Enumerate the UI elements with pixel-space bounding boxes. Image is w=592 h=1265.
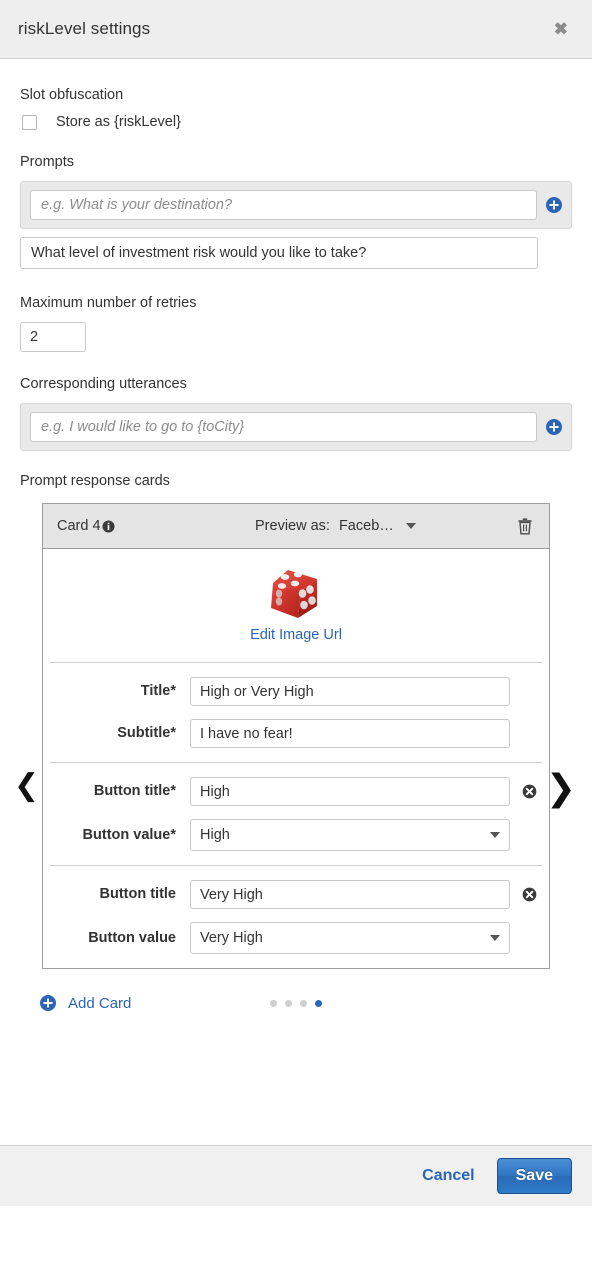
edit-image-url-link[interactable]: Edit Image Url <box>250 627 342 643</box>
carousel-dot-3[interactable] <box>315 999 322 1007</box>
subtitle-label: Subtitle* <box>117 725 176 742</box>
new-prompt-group <box>20 181 572 229</box>
card-image-section: Edit Image Url <box>50 549 542 663</box>
store-as-label: Store as {riskLevel} <box>56 114 181 130</box>
close-icon[interactable]: ✖ <box>548 17 574 42</box>
subtitle-row: Subtitle* <box>50 719 542 748</box>
prompts-label: Prompts <box>20 154 74 170</box>
slot-obfuscation-label: Slot obfuscation <box>20 87 124 103</box>
response-card: Card 4 Preview as: Faceb… Edit Image Url… <box>42 503 550 969</box>
button-title-input-1[interactable] <box>190 777 510 806</box>
card-title: Card 4 <box>57 518 101 534</box>
chevron-down-icon <box>490 832 500 838</box>
dialog-title: riskLevel settings <box>18 19 151 38</box>
button-value-select-2[interactable]: Very High <box>190 922 510 954</box>
card-image <box>265 568 327 624</box>
title-label: Title* <box>140 683 176 700</box>
button-value-select-1[interactable]: High <box>190 819 510 851</box>
add-prompt-icon[interactable] <box>546 197 562 213</box>
button-title-row-2: Button title <box>50 880 542 909</box>
chevron-down-icon <box>405 523 416 529</box>
button-title-label-1: Button title* <box>93 783 176 800</box>
store-as-row[interactable]: Store as {riskLevel} <box>20 114 572 130</box>
card-header: Card 4 Preview as: Faceb… <box>43 504 549 549</box>
button-value-text-2: Very High <box>200 930 263 946</box>
utterances-label: Corresponding utterances <box>20 376 187 392</box>
response-cards-label: Prompt response cards <box>20 473 170 489</box>
remove-button-icon-2[interactable] <box>522 887 537 902</box>
add-utterance-icon[interactable] <box>546 419 562 435</box>
carousel-next-icon[interactable]: ❯ <box>546 771 576 807</box>
new-prompt-input[interactable] <box>30 190 537 220</box>
dialog-footer: Cancel Save <box>0 1145 592 1206</box>
card-button-section-2: Button title Button value Very High <box>50 866 542 968</box>
store-as-checkbox[interactable] <box>22 114 37 130</box>
carousel-dot-2[interactable] <box>300 999 307 1007</box>
title-input[interactable] <box>190 677 510 706</box>
card-carousel: ❮ ❯ Card 4 Preview as: Faceb… Edit Image… <box>14 503 576 1015</box>
prompt-input-0[interactable] <box>20 237 538 269</box>
add-card-label: Add Card <box>68 994 132 1012</box>
info-icon[interactable] <box>102 519 115 533</box>
preview-as-value: Faceb… <box>338 518 394 534</box>
dialog-header: riskLevel settings ✖ <box>0 0 592 59</box>
button-title-label-2: Button title <box>99 886 176 903</box>
chevron-down-icon <box>490 935 500 941</box>
button-value-text-1: High <box>200 827 230 843</box>
card-text-section: Title* Subtitle* <box>50 663 542 763</box>
button-value-row-2: Button value Very High <box>50 922 542 954</box>
dialog-body: Slot obfuscation Store as {riskLevel} Pr… <box>0 59 592 1265</box>
carousel-pagination <box>270 999 322 1007</box>
button-value-label-2: Button value <box>88 929 176 946</box>
carousel-prev-icon[interactable]: ❮ <box>14 771 39 801</box>
new-utterance-input[interactable] <box>30 412 537 442</box>
card-button-section-1: Button title* Button value* High <box>50 763 542 866</box>
button-value-label-1: Button value* <box>82 826 176 843</box>
carousel-dot-1[interactable] <box>285 999 292 1007</box>
cancel-button[interactable]: Cancel <box>418 1161 478 1191</box>
save-button[interactable]: Save <box>496 1158 572 1194</box>
card-title-group: Card 4 <box>57 518 115 534</box>
title-row: Title* <box>50 677 542 706</box>
max-retries-input[interactable] <box>20 322 86 352</box>
preview-as-group: Preview as: Faceb… <box>255 518 416 534</box>
button-value-row-1: Button value* High <box>50 819 542 851</box>
preview-as-select[interactable]: Faceb… <box>339 518 416 534</box>
button-title-row-1: Button title* <box>50 777 542 806</box>
add-card-row: Add Card <box>20 991 572 1015</box>
delete-card-icon[interactable] <box>517 517 533 535</box>
carousel-dot-0[interactable] <box>270 999 277 1007</box>
add-card-icon <box>40 995 56 1011</box>
remove-button-icon-1[interactable] <box>522 784 537 799</box>
max-retries-label: Maximum number of retries <box>20 295 197 311</box>
button-title-input-2[interactable] <box>190 880 510 909</box>
new-utterance-group <box>20 403 572 451</box>
preview-as-label: Preview as: <box>255 518 330 534</box>
add-card-button[interactable]: Add Card <box>40 995 131 1012</box>
dice-icon <box>271 570 317 618</box>
subtitle-input[interactable] <box>190 719 510 748</box>
